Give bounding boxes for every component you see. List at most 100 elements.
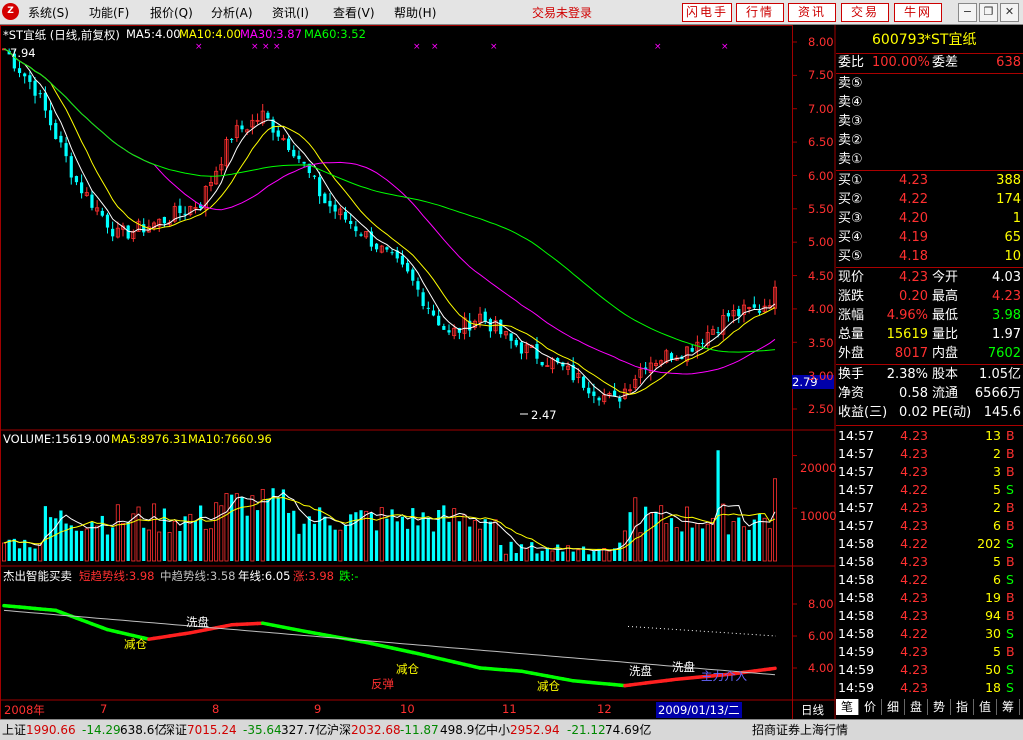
volume-bar [758, 514, 761, 561]
panel-tab[interactable]: 价 [859, 699, 882, 715]
volume-bar [344, 525, 347, 561]
trade-button[interactable]: 交易 [841, 3, 889, 22]
candle-body [359, 234, 362, 235]
candle-body [390, 252, 393, 253]
volume-bar [64, 524, 67, 561]
period-selector[interactable]: 日线 [801, 702, 824, 718]
signal-xipan-3: 洗盘 [672, 659, 695, 675]
quote-value: 8017 [872, 345, 928, 363]
close-icon[interactable]: ✕ [1000, 3, 1019, 22]
tick-row: 14:584.2319B [836, 589, 1023, 607]
quote-label: 内盘 [932, 345, 968, 363]
tick-price: 4.22 [898, 625, 928, 643]
volume-bar [116, 505, 119, 561]
flash-trade-button[interactable]: 闪电手 [682, 3, 732, 22]
volume-bar [515, 553, 518, 561]
panel-tabs: 笔价细盘势指值筹 [836, 699, 1023, 717]
price-axis-label: 4.50 [808, 269, 834, 283]
bid-price[interactable]: 4.22 [886, 191, 928, 209]
x-axis-11: 11 [502, 702, 517, 716]
signal-marker: × [721, 42, 729, 52]
info-value: 0.02 [872, 404, 928, 422]
niuwang-button[interactable]: 牛网 [894, 3, 942, 22]
kline-chart[interactable]: ××××××××× [0, 25, 836, 719]
volume-bar [722, 504, 725, 561]
info-label: 换手 [838, 366, 874, 384]
panel-tab[interactable]: 筹 [997, 699, 1020, 715]
price-axis-label: 7.50 [808, 68, 834, 82]
zx-index-value: 2952.94 [510, 721, 560, 739]
quote-button[interactable]: 行情 [736, 3, 784, 22]
volume-bar [168, 532, 171, 561]
candle-body [597, 398, 600, 401]
bid-level-label: 买③ [838, 210, 878, 228]
indicator-short-trend: 短趋势线:3.98 [79, 568, 154, 584]
signal-marker: × [195, 42, 203, 52]
menu-help[interactable]: 帮助(H) [394, 4, 436, 21]
volume-bar [266, 499, 269, 561]
volume-bar [577, 550, 580, 561]
panel-tab[interactable]: 值 [974, 699, 997, 715]
volume-bar [13, 539, 16, 561]
menu-view[interactable]: 查看(V) [333, 4, 375, 21]
panel-tab[interactable]: 指 [951, 699, 974, 715]
volume-bar [194, 521, 197, 561]
volume-bar [468, 527, 471, 561]
menu-system[interactable]: 系统(S) [28, 4, 69, 21]
volume-bar [209, 529, 212, 561]
candle-body [618, 398, 621, 402]
panel-tab[interactable]: 笔 [836, 699, 859, 715]
bid-volume: 10 [956, 248, 1021, 266]
tick-volume: 6 [956, 517, 1001, 535]
restore-icon[interactable]: ❐ [979, 3, 998, 22]
ma60-line [4, 49, 775, 352]
news-button[interactable]: 资讯 [788, 3, 836, 22]
tick-side: S [1006, 535, 1014, 553]
ask-level-label: 卖⑤ [838, 75, 1023, 93]
panel-tab[interactable]: 势 [928, 699, 951, 715]
tick-volume: 2 [956, 445, 1001, 463]
volume-bar [313, 524, 316, 561]
volume-bar [727, 534, 730, 561]
ask-level-label: 卖① [838, 151, 1023, 169]
tick-time: 14:58 [838, 553, 874, 571]
quote-value: 4.23 [966, 288, 1021, 306]
x-axis-10: 10 [400, 702, 415, 716]
volume-bar [256, 510, 259, 561]
candle-body [758, 311, 761, 313]
bid-price[interactable]: 4.23 [886, 172, 928, 190]
volume-bar [763, 518, 766, 561]
candle-body [401, 256, 404, 265]
quote-label: 涨幅 [838, 307, 874, 325]
bid-price[interactable]: 4.18 [886, 248, 928, 266]
bid-price[interactable]: 4.19 [886, 229, 928, 247]
menu-news[interactable]: 资讯(I) [272, 4, 309, 21]
volume-bar [328, 525, 331, 561]
volume-ma5-label: MA5:8976.31 [111, 432, 188, 446]
menu-quote[interactable]: 报价(Q) [150, 4, 193, 21]
menu-function[interactable]: 功能(F) [89, 4, 129, 21]
short-trend-line [770, 668, 775, 669]
candle-body [23, 73, 26, 76]
volume-bar [447, 522, 450, 561]
quote-value: 3.98 [966, 307, 1021, 325]
mid-trend-line [4, 610, 775, 674]
volume-bar [504, 554, 507, 561]
candle-body [587, 388, 590, 394]
bid-price[interactable]: 4.20 [886, 210, 928, 228]
volume-bar [406, 529, 409, 561]
candle-body [178, 206, 181, 213]
minimize-icon[interactable]: − [958, 3, 977, 22]
volume-bar [75, 531, 78, 561]
volume-bar [127, 522, 130, 561]
info-value: 0.58 [872, 385, 928, 403]
tick-side: S [1006, 679, 1014, 697]
volume-bar [28, 547, 31, 561]
price-axis-label: 3.50 [808, 336, 834, 350]
volume-bar [44, 506, 47, 561]
panel-tab[interactable]: 盘 [905, 699, 928, 715]
panel-tab[interactable]: 细 [882, 699, 905, 715]
menu-analysis[interactable]: 分析(A) [211, 4, 253, 21]
volume-bar [339, 530, 342, 561]
volume-bar [556, 545, 559, 561]
